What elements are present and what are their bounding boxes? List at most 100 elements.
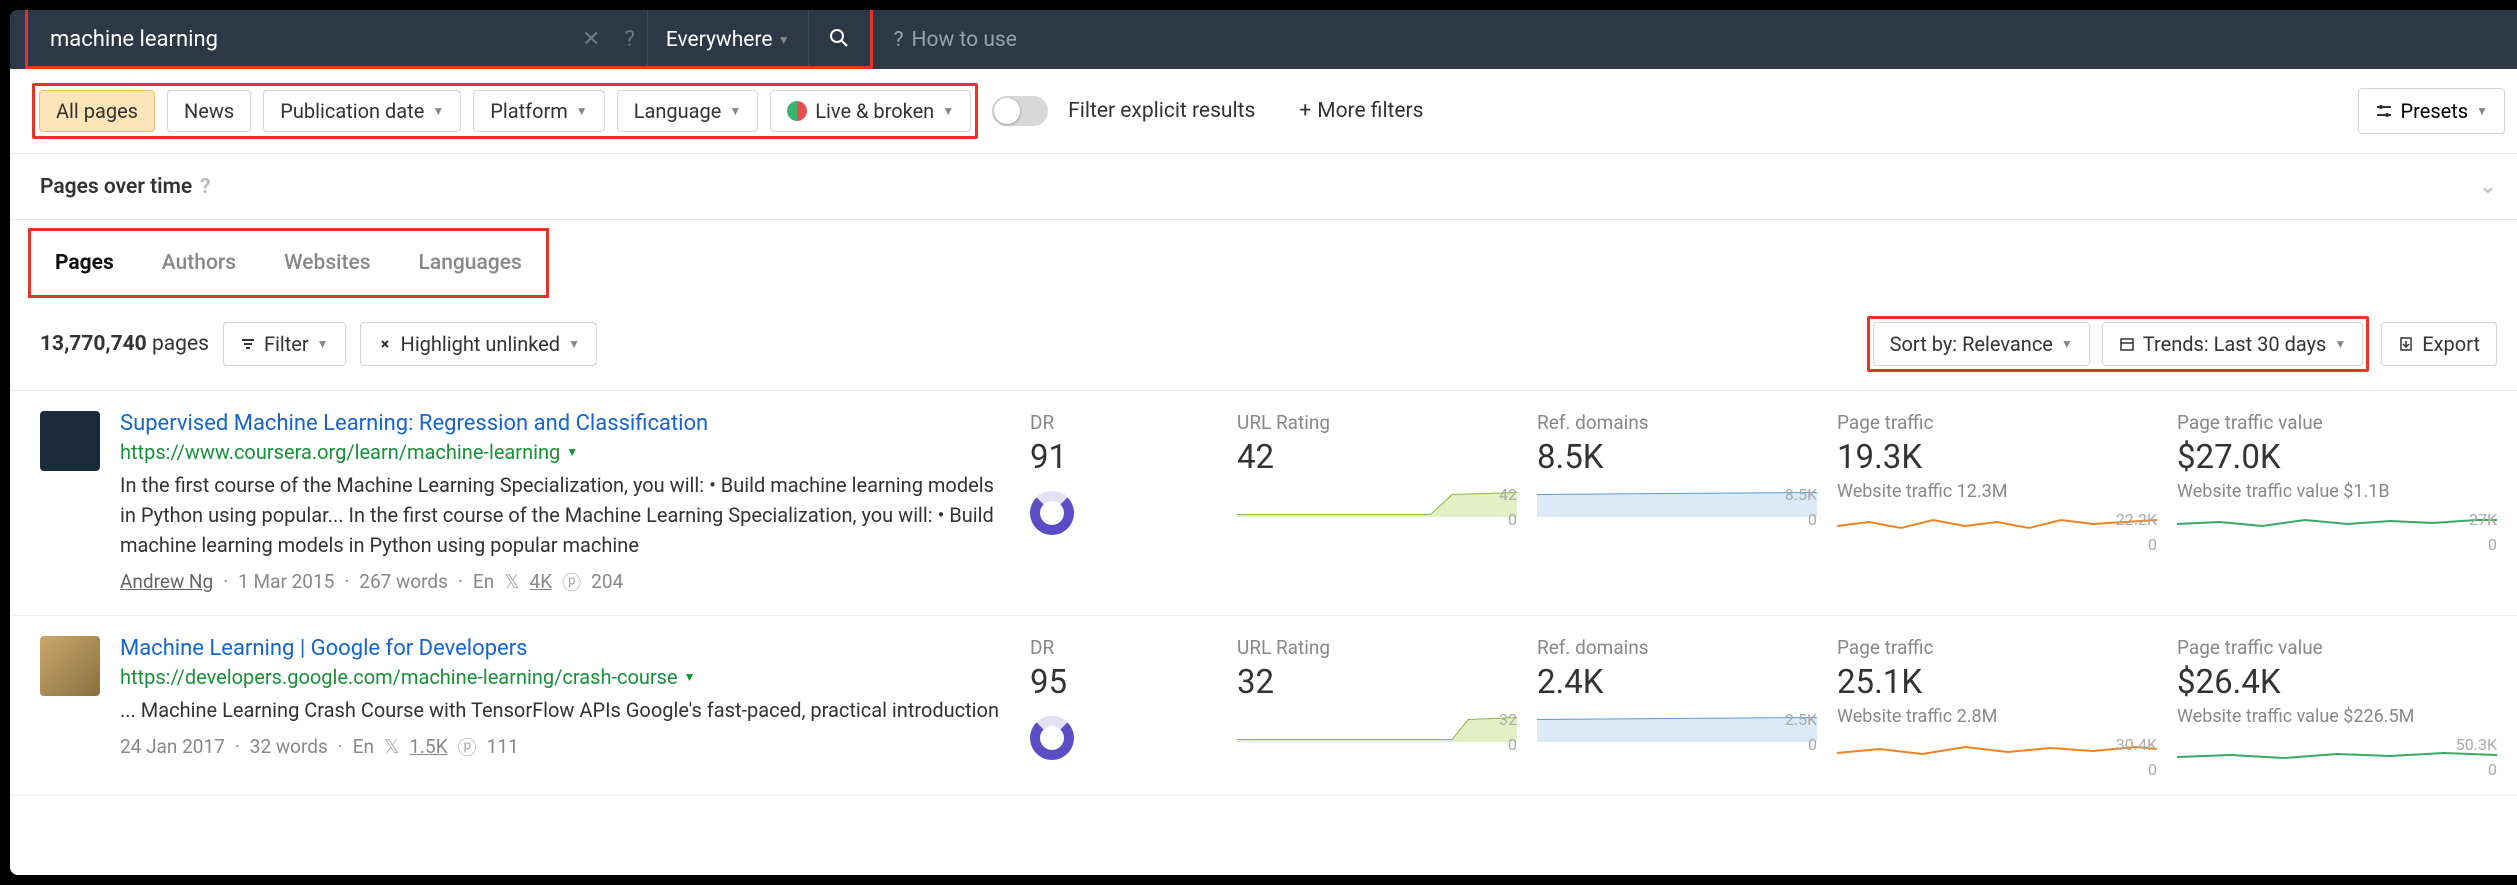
filter-platform[interactable]: Platform▼ bbox=[473, 90, 604, 132]
result-description: ... Machine Learning Crash Course with T… bbox=[120, 695, 1010, 725]
search-scope-dropdown[interactable]: Everywhere ▼ bbox=[647, 10, 808, 69]
tab-authors[interactable]: Authors bbox=[138, 231, 260, 295]
sort-trends-highlight: Sort by: Relevance ▼ Trends: Last 30 days… bbox=[1867, 316, 2370, 372]
sparkline bbox=[1237, 714, 1517, 742]
filter-live-broken-label: Live & broken bbox=[815, 99, 934, 123]
metric-value: 32 bbox=[1237, 663, 1517, 702]
metric-label: Page traffic bbox=[1837, 636, 2157, 659]
sort-dropdown[interactable]: Sort by: Relevance ▼ bbox=[1873, 322, 2090, 366]
export-label: Export bbox=[2422, 332, 2480, 356]
search-input[interactable] bbox=[30, 27, 570, 52]
chevron-down-icon[interactable]: ⌄ bbox=[2479, 174, 2497, 199]
tab-languages[interactable]: Languages bbox=[395, 231, 546, 295]
filter-publication-date[interactable]: Publication date ▼ bbox=[263, 90, 461, 132]
info-icon[interactable]: ? bbox=[200, 175, 210, 199]
metric-url-rating: URL Rating 32 32 0 bbox=[1237, 636, 1517, 775]
result-title[interactable]: Supervised Machine Learning: Regression … bbox=[120, 411, 1010, 436]
sparkline bbox=[2177, 514, 2497, 542]
unlink-icon bbox=[377, 336, 393, 352]
plus-icon: + bbox=[1299, 99, 1311, 123]
metric-dr: DR 91 bbox=[1030, 411, 1217, 595]
help-icon: ? bbox=[894, 28, 904, 52]
export-button[interactable]: Export bbox=[2381, 322, 2497, 366]
result-thumbnail[interactable] bbox=[40, 411, 100, 471]
filter-pub-date-label: Publication date bbox=[280, 99, 424, 123]
caret-down-icon: ▼ bbox=[576, 104, 588, 118]
metric-value: $27.0K bbox=[2177, 438, 2497, 477]
presets-button[interactable]: Presets▼ bbox=[2358, 88, 2506, 134]
tab-websites[interactable]: Websites bbox=[260, 231, 394, 295]
result-url[interactable]: https://developers.google.com/machine-le… bbox=[120, 665, 1010, 689]
how-to-use-link[interactable]: ? How to use bbox=[869, 28, 1042, 52]
explicit-toggle[interactable] bbox=[992, 96, 1048, 126]
sparkline bbox=[2177, 739, 2497, 767]
pages-over-time-title: Pages over time? bbox=[40, 175, 211, 199]
sparkline bbox=[1537, 489, 1817, 517]
sort-label: Sort by: Relevance bbox=[1890, 332, 2053, 356]
trends-dropdown[interactable]: Trends: Last 30 days▼ bbox=[2102, 322, 2363, 366]
metric-value: 19.3K bbox=[1837, 438, 2157, 477]
twitter-count: 1.5K bbox=[409, 735, 447, 758]
metric-label: Ref. domains bbox=[1537, 636, 1817, 659]
search-button[interactable] bbox=[808, 10, 869, 69]
metric-value: $26.4K bbox=[2177, 663, 2497, 702]
result-thumbnail[interactable] bbox=[40, 636, 100, 696]
caret-down-icon: ▼ bbox=[432, 104, 444, 118]
metric-value: 42 bbox=[1237, 438, 1517, 477]
sparkline-max: 2.5K bbox=[1785, 710, 1817, 729]
metric-value: 95 bbox=[1030, 663, 1217, 702]
filter-language-label: Language bbox=[634, 99, 722, 123]
how-to-use-label: How to use bbox=[912, 28, 1017, 52]
metric-page-traffic: Page traffic 25.1K Website traffic 2.8M … bbox=[1837, 636, 2157, 775]
metric-subtitle: Website traffic value $1.1B bbox=[2177, 481, 2497, 502]
result-tabs: Pages Authors Websites Languages bbox=[28, 228, 549, 298]
result-info: Supervised Machine Learning: Regression … bbox=[120, 411, 1010, 595]
sparkline bbox=[1837, 514, 2157, 542]
caret-down-icon[interactable]: ▼ bbox=[566, 445, 578, 459]
trends-label: Trends: Last 30 days bbox=[2143, 332, 2327, 356]
metric-label: Page traffic value bbox=[2177, 636, 2497, 659]
metric-value: 8.5K bbox=[1537, 438, 1817, 477]
sparkline-max: 22.2K bbox=[2116, 510, 2157, 529]
tab-pages[interactable]: Pages bbox=[31, 231, 138, 295]
sparkline-min: 0 bbox=[1508, 510, 1517, 529]
sparkline bbox=[1837, 739, 2157, 767]
filter-news[interactable]: News bbox=[167, 90, 251, 132]
clear-icon[interactable]: ✕ bbox=[570, 27, 612, 52]
metric-label: URL Rating bbox=[1237, 411, 1517, 434]
filter-group-highlight: All pages News Publication date ▼ Platfor… bbox=[32, 83, 978, 139]
result-meta: 24 Jan 2017· 32 words· En 𝕏1.5K ⓟ111 bbox=[120, 733, 1010, 760]
filter-bar: All pages News Publication date ▼ Platfor… bbox=[10, 69, 2517, 154]
search-help-icon[interactable]: ? bbox=[612, 27, 646, 52]
filter-all-pages[interactable]: All pages bbox=[39, 90, 155, 132]
sparkline bbox=[1237, 489, 1517, 517]
result-date: 24 Jan 2017 bbox=[120, 735, 225, 758]
result-words: 32 words bbox=[250, 735, 328, 758]
caret-down-icon[interactable]: ▼ bbox=[684, 670, 696, 684]
filter-button[interactable]: Filter▼ bbox=[223, 322, 346, 366]
highlight-unlinked-button[interactable]: Highlight unlinked▼ bbox=[360, 322, 597, 366]
pages-over-time-section: Pages over time? ⌄ bbox=[10, 154, 2517, 220]
metric-subtitle: Website traffic 12.3M bbox=[1837, 481, 2157, 502]
twitter-icon: 𝕏 bbox=[504, 570, 519, 593]
metric-subtitle: Website traffic 2.8M bbox=[1837, 706, 2157, 727]
metric-dr: DR 95 bbox=[1030, 636, 1217, 775]
metric-label: DR bbox=[1030, 411, 1217, 434]
export-icon bbox=[2398, 336, 2414, 352]
metric-subtitle: Website traffic value $226.5M bbox=[2177, 706, 2497, 727]
metric-page-traffic-value: Page traffic value $26.4K Website traffi… bbox=[2177, 636, 2497, 775]
page-count: 13,770,740 pages bbox=[40, 332, 209, 356]
sparkline-max: 30.4K bbox=[2116, 735, 2157, 754]
filter-language[interactable]: Language▼ bbox=[617, 90, 759, 132]
metric-value: 2.4K bbox=[1537, 663, 1817, 702]
result-title[interactable]: Machine Learning | Google for Developers bbox=[120, 636, 1010, 661]
dr-donut-icon bbox=[1030, 491, 1074, 535]
sliders-icon bbox=[2375, 102, 2393, 120]
result-author[interactable]: Andrew Ng bbox=[120, 570, 213, 593]
metric-page-traffic: Page traffic 19.3K Website traffic 12.3M… bbox=[1837, 411, 2157, 595]
more-filters-button[interactable]: +More filters bbox=[1299, 99, 1423, 123]
filter-live-broken[interactable]: Live & broken▼ bbox=[770, 90, 971, 132]
more-filters-label: More filters bbox=[1317, 99, 1423, 123]
result-url[interactable]: https://www.coursera.org/learn/machine-l… bbox=[120, 440, 1010, 464]
caret-down-icon: ▼ bbox=[2061, 337, 2073, 351]
